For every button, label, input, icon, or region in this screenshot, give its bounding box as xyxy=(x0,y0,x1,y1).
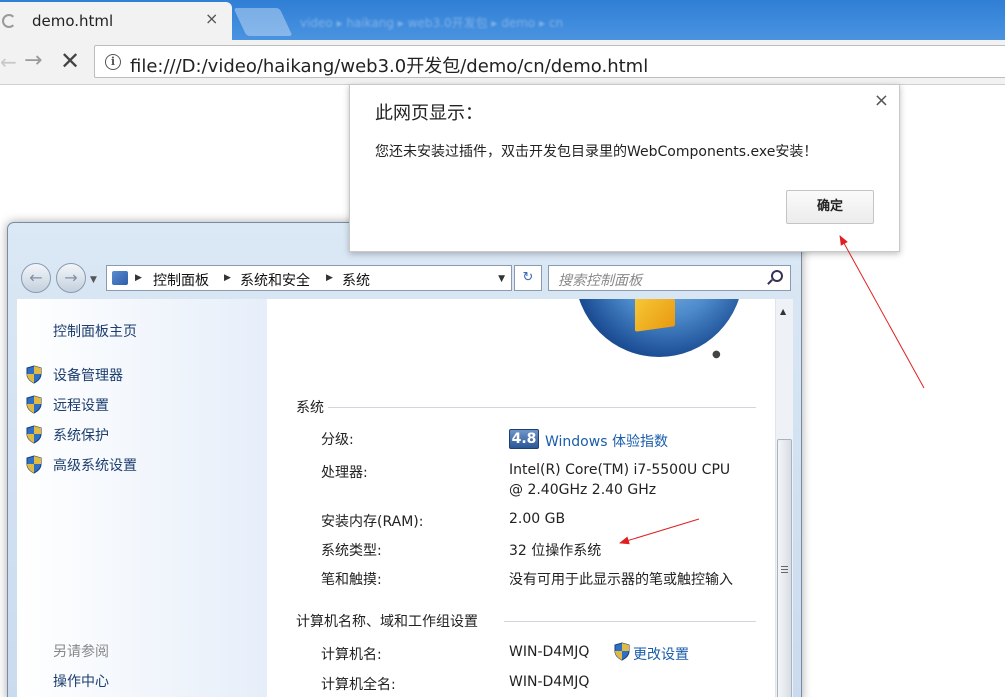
back-arrow-icon[interactable]: ← xyxy=(0,50,17,74)
new-tab-button[interactable] xyxy=(233,8,293,36)
sidebar-item-label: 系统保护 xyxy=(53,428,109,444)
recent-pages-icon[interactable]: ▼ xyxy=(90,275,97,285)
system-info-panel: ● 系统 分级: 4.8 Windows 体验指数 处理器: Intel(R) … xyxy=(267,299,775,697)
content-scrollbar[interactable]: ▲ xyxy=(775,299,793,697)
computer-name-value: WIN-D4MJQ xyxy=(509,644,590,660)
shield-icon xyxy=(26,365,42,384)
refresh-icon: ↻ xyxy=(522,270,534,285)
rating-label: 分级: xyxy=(321,432,354,448)
pen-touch-value: 没有可用于此显示器的笔或触控输入 xyxy=(509,572,733,588)
shield-icon xyxy=(26,395,42,414)
shield-icon xyxy=(614,642,630,661)
url-text[interactable]: file:///D:/video/haikang/web3.0开发包/demo/… xyxy=(130,52,648,78)
tab-strip: demo.html × video ▸ haikang ▸ web3.0开发包 … xyxy=(0,0,1005,40)
address-dropdown-icon[interactable]: ▼ xyxy=(498,274,505,284)
experience-index-badge[interactable]: 4.8 xyxy=(509,429,539,449)
alert-close-icon[interactable]: × xyxy=(874,90,889,111)
processor-label: 处理器: xyxy=(321,465,368,481)
breadcrumb-system-security[interactable]: 系统和安全 xyxy=(240,270,310,290)
see-also-heading: 另请参阅 xyxy=(53,644,109,660)
sidebar-item-system-protection[interactable]: 系统保护 xyxy=(25,423,260,447)
js-alert-dialog: 此网页显示： × 您还未安装过插件，双击开发包目录里的WebComponents… xyxy=(349,84,900,252)
refresh-button[interactable]: ↻ xyxy=(514,265,542,291)
search-icon[interactable] xyxy=(771,270,783,282)
tab-title: demo.html xyxy=(32,12,114,30)
search-placeholder: 搜索控制面板 xyxy=(558,273,642,289)
change-settings-link[interactable]: 更改设置 xyxy=(633,644,689,664)
sidebar: 控制面板主页 设备管理器 远程设置 系统保护 高级系统设置 另请参阅 操作中心 xyxy=(17,299,267,697)
breadcrumb-arrow-icon[interactable]: ▶ xyxy=(326,273,333,283)
grip-icon xyxy=(781,566,788,573)
scroll-up-icon[interactable]: ▲ xyxy=(780,307,786,316)
control-panel-window: X ← → ▼ ▶ 控制面板 ▶ 系统和安全 ▶ 系统 ▼ ↻ 搜索控制面板 控… xyxy=(7,222,802,697)
breadcrumb-arrow-icon[interactable]: ▶ xyxy=(135,273,142,283)
browser-toolbar: ← → ✕ i file:///D:/video/haikang/web3.0开… xyxy=(0,40,1005,85)
background-tab-text: video ▸ haikang ▸ web3.0开发包 ▸ demo ▸ cn xyxy=(300,16,564,30)
sidebar-item-label: 设备管理器 xyxy=(53,368,123,384)
processor-speed-value: @ 2.40GHz 2.40 GHz xyxy=(509,482,657,498)
sidebar-item-label: 远程设置 xyxy=(53,398,109,414)
action-center-link[interactable]: 操作中心 xyxy=(53,671,109,691)
sidebar-item-remote-settings[interactable]: 远程设置 xyxy=(25,393,260,417)
explorer-back-button[interactable]: ← xyxy=(21,263,51,293)
ram-label: 安装内存(RAM): xyxy=(321,514,424,530)
shield-icon xyxy=(26,425,42,444)
shield-icon xyxy=(26,455,42,474)
system-section-heading: 系统 xyxy=(296,400,324,416)
computer-name-label: 计算机名: xyxy=(321,647,382,663)
sidebar-item-device-manager[interactable]: 设备管理器 xyxy=(25,363,260,387)
processor-value: Intel(R) Core(TM) i7-5500U CPU xyxy=(509,462,731,478)
full-computer-name-label: 计算机全名: xyxy=(321,677,396,693)
scrollbar-thumb[interactable] xyxy=(777,439,792,697)
stop-loading-icon[interactable]: ✕ xyxy=(60,47,80,75)
annotation-arrow-ok xyxy=(839,235,925,389)
alert-message: 您还未安装过插件，双击开发包目录里的WebComponents.exe安装！ xyxy=(375,144,818,160)
explorer-address-bar[interactable]: ▶ 控制面板 ▶ 系统和安全 ▶ 系统 ▼ xyxy=(106,265,512,291)
full-computer-name-value: WIN-D4MJQ xyxy=(509,674,590,690)
explorer-forward-button[interactable]: → xyxy=(56,263,86,293)
section-divider xyxy=(328,407,756,408)
alert-ok-button[interactable]: 确定 xyxy=(786,190,874,224)
breadcrumb-system[interactable]: 系统 xyxy=(342,270,370,290)
section-divider xyxy=(504,621,756,622)
back-arrow-icon: ← xyxy=(29,268,43,287)
info-icon[interactable]: i xyxy=(105,54,121,70)
loading-spinner-icon xyxy=(2,14,16,28)
windows-flag-icon xyxy=(635,299,675,332)
sidebar-home-link[interactable]: 控制面板主页 xyxy=(53,321,137,341)
sidebar-item-label: 高级系统设置 xyxy=(53,458,137,474)
ram-value: 2.00 GB xyxy=(509,511,566,527)
logo-mark: ● xyxy=(712,349,721,360)
experience-index-link[interactable]: Windows 体验指数 xyxy=(545,431,668,451)
breadcrumb-arrow-icon[interactable]: ▶ xyxy=(224,273,231,283)
control-panel-icon xyxy=(112,271,128,285)
pen-touch-label: 笔和触摸: xyxy=(321,572,382,588)
address-bar[interactable]: i file:///D:/video/haikang/web3.0开发包/dem… xyxy=(94,45,1005,78)
breadcrumb-control-panel[interactable]: 控制面板 xyxy=(153,270,209,290)
computer-section-heading: 计算机名称、域和工作组设置 xyxy=(296,614,478,630)
system-type-label: 系统类型: xyxy=(321,543,382,559)
tab-demo[interactable]: demo.html × xyxy=(0,2,232,40)
forward-arrow-icon[interactable]: → xyxy=(24,48,42,73)
tab-close-icon[interactable]: × xyxy=(205,11,218,27)
search-input[interactable]: 搜索控制面板 xyxy=(548,265,791,291)
sidebar-item-advanced-settings[interactable]: 高级系统设置 xyxy=(25,453,260,477)
alert-title: 此网页显示： xyxy=(375,103,483,124)
system-type-value: 32 位操作系统 xyxy=(509,543,602,559)
forward-arrow-icon: → xyxy=(64,268,78,287)
